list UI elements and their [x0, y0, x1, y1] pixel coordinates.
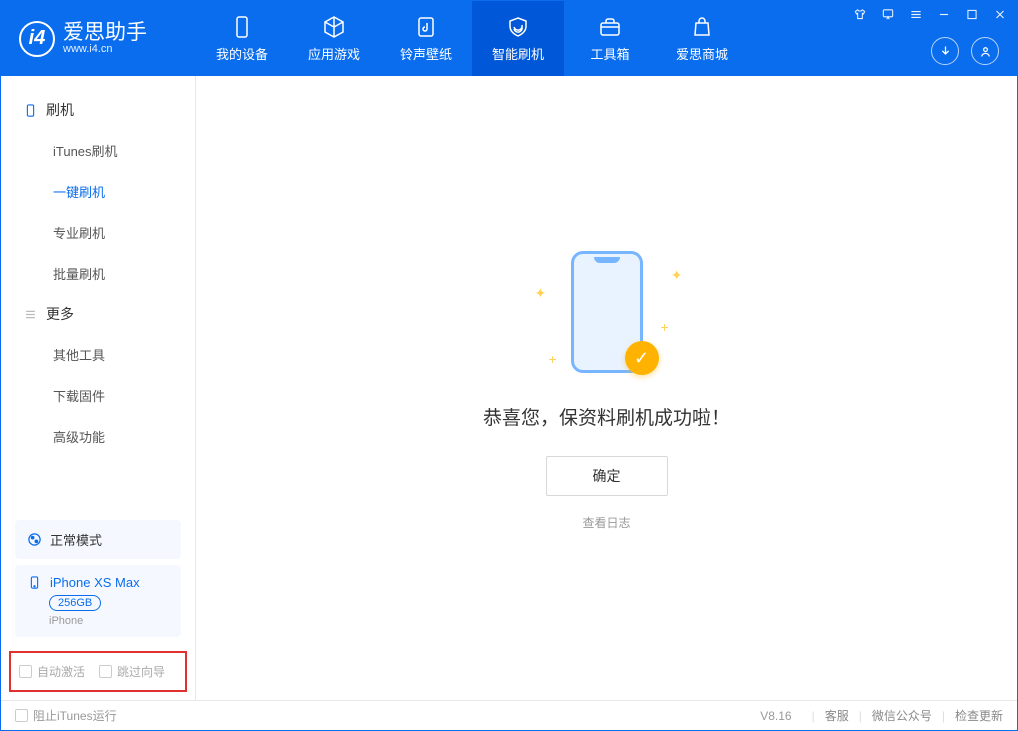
- checkbox-label: 跳过向导: [117, 663, 165, 680]
- tab-ringtone-wallpaper[interactable]: 铃声壁纸: [380, 1, 472, 76]
- sidebar-item-download-firmware[interactable]: 下载固件: [1, 375, 195, 416]
- checkbox-icon: [15, 709, 28, 722]
- sidebar-item-pro-flash[interactable]: 专业刷机: [1, 212, 195, 253]
- nav-tabs: 我的设备 应用游戏 铃声壁纸 智能刷机 工具箱 爱思商城: [196, 1, 748, 76]
- tab-label: 铃声壁纸: [400, 44, 452, 63]
- main-content: ✦ ✦ + + ✓ 恭喜您，保资料刷机成功啦！ 确定 查看日志: [196, 76, 1017, 700]
- checkbox-label: 自动激活: [37, 663, 85, 680]
- bottom-options-highlighted: 自动激活 跳过向导: [9, 651, 187, 692]
- checkbox-icon: [99, 665, 112, 678]
- user-button[interactable]: [971, 37, 999, 65]
- check-badge-icon: ✓: [625, 341, 659, 375]
- sidebar-section-more: 更多: [1, 294, 195, 334]
- tab-label: 爱思商城: [676, 44, 728, 63]
- close-icon[interactable]: [993, 7, 1007, 21]
- header-right-buttons: [931, 37, 999, 65]
- version-label: V8.16: [760, 709, 791, 723]
- tab-label: 智能刷机: [492, 44, 544, 63]
- download-button[interactable]: [931, 37, 959, 65]
- section-title-label: 刷机: [46, 100, 74, 120]
- sidebar: 刷机 iTunes刷机 一键刷机 专业刷机 批量刷机 更多 其他工具 下载固件 …: [1, 76, 196, 700]
- feedback-icon[interactable]: [881, 7, 895, 21]
- checkbox-block-itunes[interactable]: 阻止iTunes运行: [15, 707, 117, 724]
- tab-label: 工具箱: [590, 44, 629, 63]
- app-name: 爱思助手: [63, 22, 147, 43]
- window-controls: [853, 7, 1007, 21]
- footer: 阻止iTunes运行 V8.16 | 客服 | 微信公众号 | 检查更新: [1, 700, 1017, 730]
- checkbox-skip-wizard[interactable]: 跳过向导: [99, 663, 165, 680]
- device-type-label: iPhone: [49, 615, 169, 627]
- footer-link-wechat[interactable]: 微信公众号: [872, 707, 932, 724]
- device-storage-badge: 256GB: [49, 595, 101, 611]
- tshirt-icon[interactable]: [853, 7, 867, 21]
- toolbox-icon: [598, 15, 622, 39]
- sidebar-section-flash: 刷机: [1, 90, 195, 130]
- list-icon: [23, 307, 38, 322]
- sidebar-item-batch-flash[interactable]: 批量刷机: [1, 253, 195, 294]
- mode-icon: [27, 532, 42, 547]
- mode-card[interactable]: 正常模式: [15, 520, 181, 559]
- tab-label: 我的设备: [216, 44, 268, 63]
- section-title-label: 更多: [46, 304, 74, 324]
- footer-link-support[interactable]: 客服: [825, 707, 849, 724]
- minimize-icon[interactable]: [937, 7, 951, 21]
- sidebar-item-other-tools[interactable]: 其他工具: [1, 334, 195, 375]
- sparkle-icon: ✦: [671, 267, 683, 284]
- device-card[interactable]: iPhone XS Max 256GB iPhone: [15, 565, 181, 637]
- sidebar-item-advanced[interactable]: 高级功能: [1, 416, 195, 457]
- menu-icon[interactable]: [909, 7, 923, 21]
- checkbox-icon: [19, 665, 32, 678]
- sidebar-item-itunes-flash[interactable]: iTunes刷机: [1, 130, 195, 171]
- checkbox-label: 阻止iTunes运行: [33, 707, 117, 724]
- tab-store[interactable]: 爱思商城: [656, 1, 748, 76]
- tab-toolbox[interactable]: 工具箱: [564, 1, 656, 76]
- mode-label: 正常模式: [50, 530, 102, 549]
- tab-smart-flash[interactable]: 智能刷机: [472, 1, 564, 76]
- logo-area: i4 爱思助手 www.i4.cn: [1, 21, 196, 57]
- ok-button[interactable]: 确定: [546, 456, 668, 496]
- sidebar-item-oneclick-flash[interactable]: 一键刷机: [1, 171, 195, 212]
- cube-icon: [322, 15, 346, 39]
- sparkle-icon: ✦: [535, 285, 547, 302]
- bag-icon: [690, 15, 714, 39]
- refresh-shield-icon: [506, 15, 530, 39]
- music-file-icon: [414, 15, 438, 39]
- device-icon: [230, 15, 254, 39]
- tab-label: 应用游戏: [308, 44, 360, 63]
- checkbox-auto-activate[interactable]: 自动激活: [19, 663, 85, 680]
- app-url: www.i4.cn: [63, 43, 147, 55]
- phone-icon: [23, 103, 38, 118]
- device-phone-icon: [27, 575, 42, 590]
- app-logo-icon: i4: [19, 21, 55, 57]
- footer-link-update[interactable]: 检查更新: [955, 707, 1003, 724]
- tab-apps-games[interactable]: 应用游戏: [288, 1, 380, 76]
- device-name-label: iPhone XS Max: [50, 575, 140, 590]
- tab-my-device[interactable]: 我的设备: [196, 1, 288, 76]
- app-header: i4 爱思助手 www.i4.cn 我的设备 应用游戏 铃声壁纸 智能刷机 工具…: [1, 1, 1017, 76]
- maximize-icon[interactable]: [965, 7, 979, 21]
- success-message: 恭喜您，保资料刷机成功啦！: [483, 403, 730, 430]
- success-illustration: ✦ ✦ + + ✓: [517, 245, 697, 385]
- sparkle-icon: +: [549, 351, 557, 367]
- view-log-link[interactable]: 查看日志: [582, 514, 630, 531]
- sparkle-icon: +: [660, 319, 668, 335]
